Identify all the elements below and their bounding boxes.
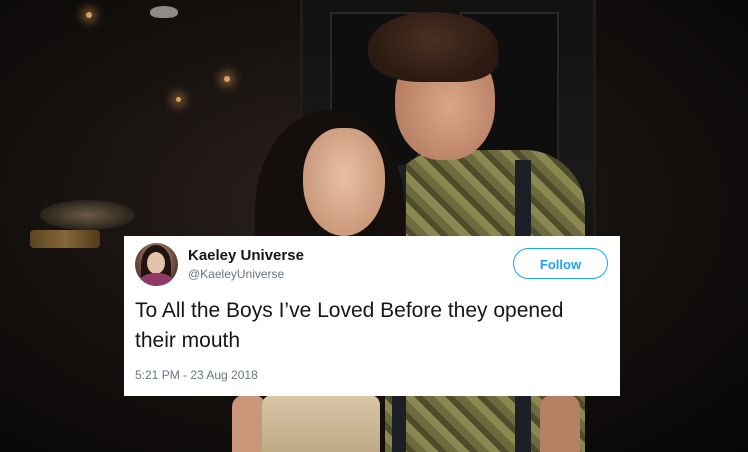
man-arm — [540, 395, 580, 452]
warm-light — [30, 230, 100, 248]
tweet-card: Kaeley Universe @KaeleyUniverse Follow T… — [124, 236, 620, 396]
user-handle[interactable]: @KaeleyUniverse — [188, 267, 284, 281]
woman-face — [303, 128, 385, 236]
follow-button[interactable]: Follow — [513, 248, 608, 279]
smoke-detector — [150, 6, 178, 18]
avatar-shirt — [139, 273, 174, 286]
photo-background: Kaeley Universe @KaeleyUniverse Follow T… — [0, 0, 748, 452]
ceiling-light — [86, 12, 92, 18]
avatar-face — [147, 252, 165, 274]
ceiling-light — [176, 97, 181, 102]
man-hair — [368, 12, 498, 82]
tweet-timestamp[interactable]: 5:21 PM - 23 Aug 2018 — [135, 368, 258, 382]
avatar[interactable] — [135, 243, 178, 286]
tweet-text: To All the Boys I’ve Loved Before they o… — [135, 299, 564, 352]
lamp — [40, 200, 135, 230]
woman-dress — [262, 395, 380, 452]
woman-arm — [232, 395, 266, 452]
display-name[interactable]: Kaeley Universe — [188, 247, 304, 264]
ceiling-light — [224, 76, 230, 82]
